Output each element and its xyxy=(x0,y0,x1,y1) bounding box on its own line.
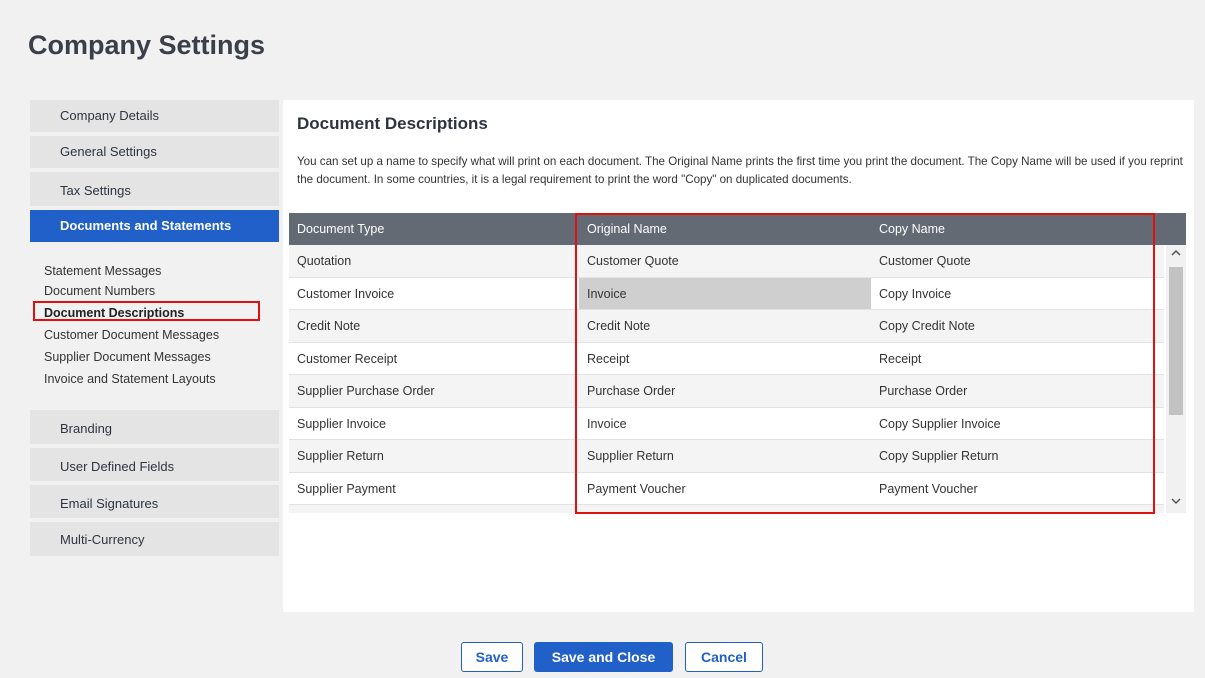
table-row[interactable]: Supplier Invoice Invoice Copy Supplier I… xyxy=(289,407,1164,441)
table-row[interactable]: Customer Receipt Receipt Receipt xyxy=(289,342,1164,376)
cell-document-type: Supplier Purchase Order xyxy=(297,384,435,398)
cell-copy-name[interactable]: Payment Voucher xyxy=(871,473,1164,506)
page-title: Company Settings xyxy=(28,30,266,60)
table-row[interactable]: Supplier Return Supplier Return Copy Sup… xyxy=(289,440,1164,473)
table-row[interactable]: Supplier Payment Payment Voucher Payment… xyxy=(289,472,1164,506)
table-header: Document Type Original Name Copy Name xyxy=(289,213,1186,245)
column-header-copy-name[interactable]: Copy Name xyxy=(871,213,1164,245)
save-button[interactable]: Save xyxy=(461,642,523,672)
cell-copy-name[interactable]: Purchase Order xyxy=(871,375,1164,408)
sidebar-item-email-signatures[interactable]: Email Signatures xyxy=(30,485,279,518)
table-row[interactable]: Supplier Purchase Order Purchase Order P… xyxy=(289,375,1164,408)
cell-copy-name[interactable]: Customer Quote xyxy=(871,245,1164,278)
sidebar-item-branding[interactable]: Branding xyxy=(30,410,279,444)
sub-item-statement-messages[interactable]: Statement Messages xyxy=(44,258,274,280)
cell-copy-name[interactable]: Receipt xyxy=(871,343,1164,376)
cell-document-type: Customer Invoice xyxy=(297,286,395,301)
table-row-partial xyxy=(289,505,1164,513)
table-row[interactable]: Customer Invoice Invoice Copy Invoice xyxy=(289,277,1164,311)
settings-sidebar: Company Details General Settings Tax Set… xyxy=(30,100,280,556)
cell-document-type: Supplier Return xyxy=(297,449,384,463)
cell-copy-name[interactable]: Copy Credit Note xyxy=(871,310,1164,343)
sub-item-customer-document-messages[interactable]: Customer Document Messages xyxy=(44,324,274,346)
panel-title: Document Descriptions xyxy=(297,114,488,133)
document-descriptions-panel: Document Descriptions You can set up a n… xyxy=(283,100,1194,612)
scrollbar-thumb[interactable] xyxy=(1169,267,1183,415)
cell-original-name[interactable]: Credit Note xyxy=(579,310,871,343)
table-scrollbar[interactable] xyxy=(1166,245,1186,513)
table-body: Quotation Customer Quote Customer Quote … xyxy=(289,245,1164,513)
document-descriptions-table: Document Type Original Name Copy Name Qu… xyxy=(289,213,1189,514)
sub-item-document-numbers[interactable]: Document Numbers xyxy=(44,280,274,302)
cell-document-type: Supplier Payment xyxy=(297,481,396,496)
save-and-close-button[interactable]: Save and Close xyxy=(534,642,673,672)
panel-description: You can set up a name to specify what wi… xyxy=(297,155,1183,186)
sub-item-supplier-document-messages[interactable]: Supplier Document Messages xyxy=(44,346,274,368)
cell-original-name[interactable]: Supplier Return xyxy=(579,440,871,473)
chevron-down-icon[interactable] xyxy=(1166,493,1186,513)
cell-document-type: Customer Receipt xyxy=(297,351,398,366)
cell-original-name[interactable]: Customer Quote xyxy=(579,245,871,278)
cell-original-name[interactable]: Receipt xyxy=(579,343,871,376)
cell-copy-name[interactable]: Copy Supplier Invoice xyxy=(871,408,1164,441)
cell-copy-name[interactable]: Copy Supplier Return xyxy=(871,440,1164,473)
sub-item-invoice-and-statement-layouts[interactable]: Invoice and Statement Layouts xyxy=(44,368,274,390)
cell-original-name-selected[interactable]: Invoice xyxy=(579,277,871,310)
cell-original-name[interactable]: Purchase Order xyxy=(579,375,871,408)
cell-document-type: Supplier Invoice xyxy=(297,416,386,431)
cell-original-name[interactable]: Payment Voucher xyxy=(579,473,871,506)
cell-original-name[interactable]: Invoice xyxy=(579,408,871,441)
documents-sub-menu: Statement Messages Document Numbers Docu… xyxy=(30,242,280,410)
column-header-document-type[interactable]: Document Type xyxy=(289,213,579,245)
chevron-up-icon[interactable] xyxy=(1166,245,1186,265)
sub-item-document-descriptions[interactable]: Document Descriptions xyxy=(44,302,274,324)
table-row[interactable]: Credit Note Credit Note Copy Credit Note xyxy=(289,310,1164,343)
sidebar-item-general-settings[interactable]: General Settings xyxy=(30,136,279,168)
sidebar-item-company-details[interactable]: Company Details xyxy=(30,100,279,132)
sidebar-item-documents-and-statements[interactable]: Documents and Statements xyxy=(30,210,279,242)
column-header-original-name[interactable]: Original Name xyxy=(579,213,871,245)
sidebar-item-multi-currency[interactable]: Multi-Currency xyxy=(30,522,279,556)
cell-copy-name[interactable]: Copy Invoice xyxy=(871,278,1164,311)
sidebar-item-tax-settings[interactable]: Tax Settings xyxy=(30,172,279,206)
sidebar-item-user-defined-fields[interactable]: User Defined Fields xyxy=(30,448,279,481)
cell-document-type: Quotation xyxy=(297,254,352,268)
table-row[interactable]: Quotation Customer Quote Customer Quote xyxy=(289,245,1164,278)
footer-actions: Save Save and Close Cancel xyxy=(0,642,1205,672)
cell-document-type: Credit Note xyxy=(297,319,361,333)
cancel-button[interactable]: Cancel xyxy=(685,642,763,672)
